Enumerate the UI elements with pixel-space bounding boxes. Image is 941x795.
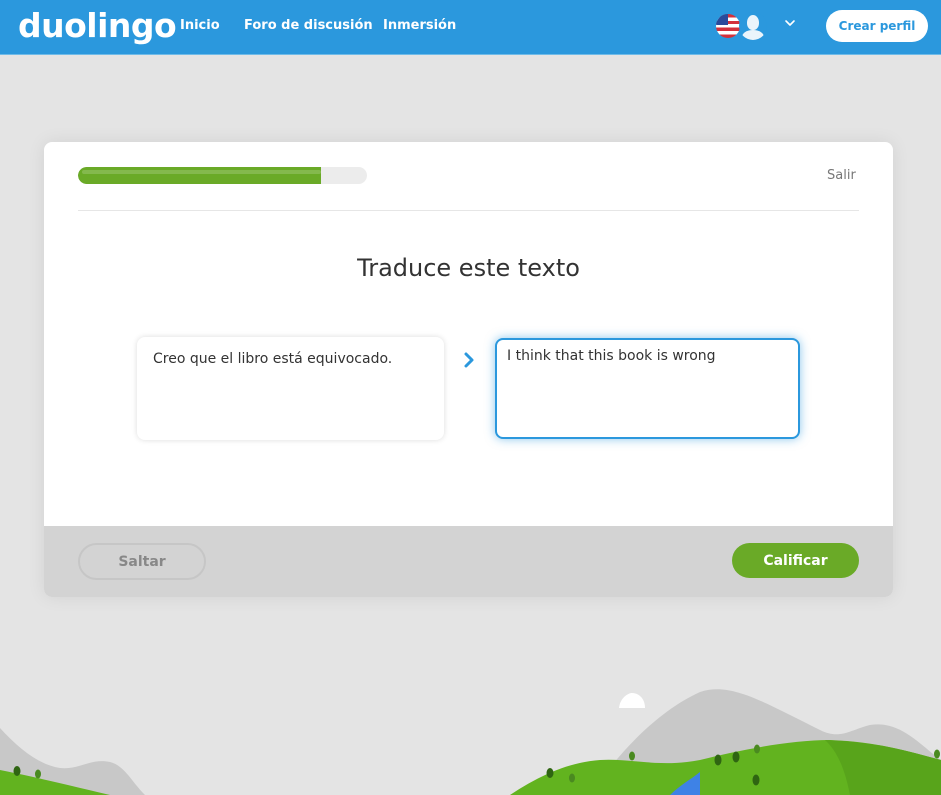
nav-link-inmersion[interactable]: Inmersión — [383, 18, 456, 33]
center-hill — [510, 759, 700, 795]
nav-link-foro[interactable]: Foro de discusión — [244, 18, 373, 33]
translation-input[interactable] — [495, 338, 800, 439]
flag-canton — [716, 14, 728, 25]
tree — [934, 749, 940, 759]
avatar-head — [747, 15, 759, 30]
lesson-footer: Saltar Calificar — [44, 526, 893, 597]
source-sentence-box: Creo que el libro está equivocado. — [137, 337, 444, 440]
chevron-right-icon — [464, 352, 474, 368]
progress-fill — [78, 167, 321, 184]
skip-button[interactable]: Saltar — [78, 543, 206, 580]
tree — [732, 751, 740, 763]
us-flag-icon[interactable] — [716, 14, 740, 38]
tree — [752, 774, 760, 786]
cloud — [619, 693, 645, 708]
tree — [569, 773, 575, 783]
top-navigation-bar: duolingo Inicio Foro de discusión Inmers… — [0, 0, 941, 55]
tree — [13, 766, 21, 776]
duolingo-logo[interactable]: duolingo — [18, 6, 177, 45]
tree — [35, 769, 41, 779]
create-profile-button[interactable]: Crear perfil — [826, 10, 928, 42]
check-button[interactable]: Calificar — [732, 543, 859, 578]
tree — [546, 768, 554, 778]
tree — [714, 754, 722, 766]
user-avatar-icon[interactable] — [739, 12, 767, 40]
prompt-title: Traduce este texto — [357, 254, 580, 282]
quit-lesson-link[interactable]: Salir — [827, 168, 856, 183]
tree — [629, 751, 635, 761]
header-divider — [78, 210, 859, 211]
lesson-card: Salir Traduce este texto Creo que el lib… — [44, 142, 893, 597]
lesson-progress-bar — [78, 167, 367, 184]
avatar-body — [742, 30, 764, 40]
tree — [754, 744, 760, 754]
chevron-down-icon[interactable] — [784, 17, 796, 29]
landscape-illustration — [0, 689, 941, 795]
nav-link-inicio[interactable]: Inicio — [180, 18, 220, 33]
source-sentence: Creo que el libro está equivocado. — [153, 351, 393, 367]
